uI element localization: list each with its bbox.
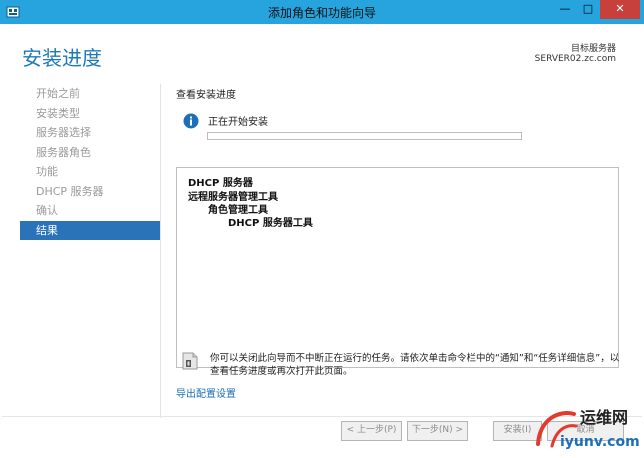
next-button[interactable]: 下一步(N) > — [407, 421, 468, 441]
wizard-window: 添加角色和功能向导 — □ ✕ 安装进度 目标服务器 SERVER02.zc.c… — [0, 0, 644, 458]
flag-note-icon — [182, 352, 198, 370]
nav-item-confirmation[interactable]: 确认 — [20, 201, 160, 221]
result-item: DHCP 服务器工具 — [228, 218, 313, 229]
result-item: DHCP 服务器 — [188, 178, 253, 189]
window-title: 添加角色和功能向导 — [267, 6, 376, 20]
nav-item-server-roles[interactable]: 服务器角色 — [20, 143, 160, 163]
nav-item-installation-type[interactable]: 安装类型 — [20, 104, 160, 124]
nav-item-features[interactable]: 功能 — [20, 162, 160, 182]
close-button[interactable]: ✕ — [600, 0, 640, 19]
install-results-panel: DHCP 服务器 远程服务器管理工具 角色管理工具 DHCP 服务器工具 — [176, 167, 619, 368]
export-config-link[interactable]: 导出配置设置 — [176, 385, 236, 400]
info-note: 你可以关闭此向导而不中断正在运行的任务。请依次单击命令栏中的“通知”和“任务详细… — [210, 353, 620, 377]
destination-server-label: 目标服务器 — [570, 44, 616, 54]
minimize-button[interactable]: — — [554, 0, 576, 19]
title-bar[interactable]: 添加角色和功能向导 — □ ✕ — [0, 0, 644, 24]
nav-item-results[interactable]: 结果 — [20, 220, 160, 240]
section-heading: 查看安装进度 — [176, 90, 236, 101]
nav-item-before-you-begin[interactable]: 开始之前 — [20, 84, 160, 104]
install-progress-bar — [207, 132, 522, 140]
info-icon — [183, 113, 199, 129]
previous-button[interactable]: < 上一步(P) — [341, 421, 402, 441]
wizard-content: 安装进度 目标服务器 SERVER02.zc.com 开始之前 安装类型 服务器… — [2, 24, 642, 456]
nav-item-server-selection[interactable]: 服务器选择 — [20, 123, 160, 143]
nav-item-dhcp-server[interactable]: DHCP 服务器 — [20, 182, 160, 202]
install-status-text: 正在开始安装 — [208, 117, 268, 128]
watermark-text: 运维网 — [580, 408, 629, 427]
maximize-button[interactable]: □ — [577, 0, 599, 19]
destination-server-name: SERVER02.zc.com — [534, 54, 616, 64]
page-title: 安装进度 — [22, 46, 102, 70]
wizard-nav: 开始之前 安装类型 服务器选择 服务器角色 功能 DHCP 服务器 确认 结果 — [20, 84, 160, 240]
watermark-url: iyunv.com — [560, 434, 640, 450]
nav-divider — [160, 84, 161, 418]
